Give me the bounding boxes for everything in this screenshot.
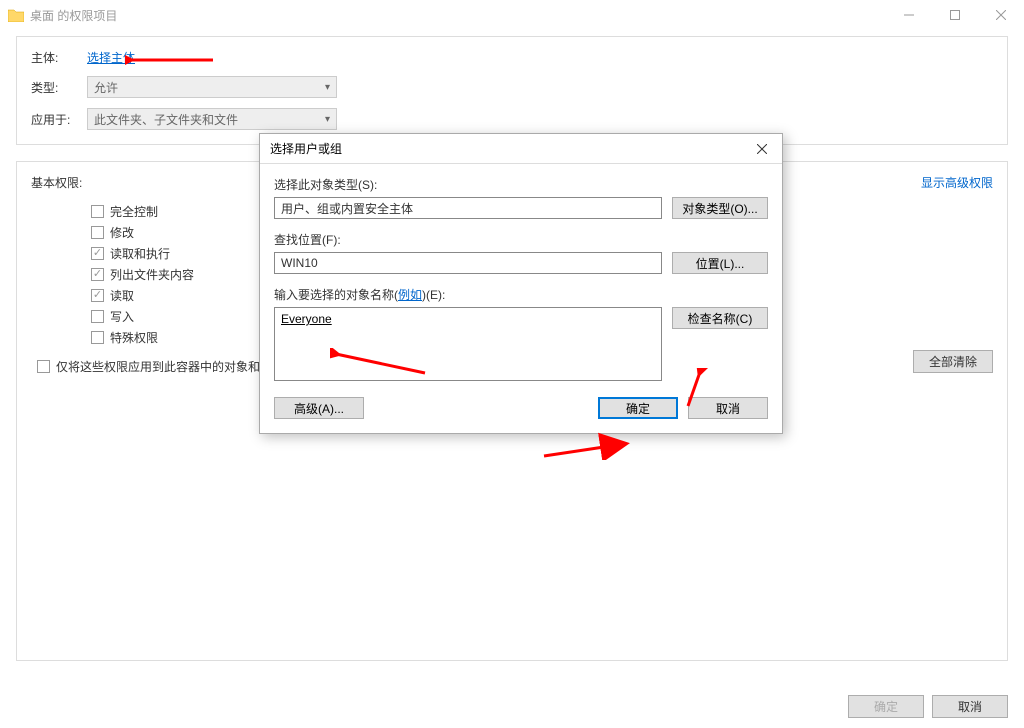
cancel-button[interactable]: 取消 bbox=[932, 695, 1008, 718]
clear-all-button[interactable]: 全部清除 bbox=[913, 350, 993, 373]
type-value: 允许 bbox=[94, 79, 118, 96]
folder-icon bbox=[8, 8, 24, 22]
object-types-button[interactable]: 对象类型(O)... bbox=[672, 197, 768, 219]
dialog-close-button[interactable] bbox=[742, 134, 782, 164]
checkbox-icon[interactable] bbox=[91, 289, 104, 302]
checkbox-icon[interactable] bbox=[91, 247, 104, 260]
chevron-down-icon: ▾ bbox=[325, 114, 330, 125]
checkbox-icon[interactable] bbox=[91, 268, 104, 281]
type-label: 类型: bbox=[31, 79, 87, 96]
dialog-title: 选择用户或组 bbox=[270, 140, 342, 157]
checkbox-icon[interactable] bbox=[91, 205, 104, 218]
window-controls bbox=[886, 0, 1024, 30]
dialog-titlebar: 选择用户或组 bbox=[260, 134, 782, 164]
window-titlebar: 桌面 的权限项目 bbox=[0, 0, 1024, 30]
object-type-label: 选择此对象类型(S): bbox=[274, 176, 768, 193]
dialog-cancel-button[interactable]: 取消 bbox=[688, 397, 768, 419]
location-field: WIN10 bbox=[274, 252, 662, 274]
type-select[interactable]: 允许 ▾ bbox=[87, 76, 337, 98]
applies-select[interactable]: 此文件夹、子文件夹和文件 ▾ bbox=[87, 108, 337, 130]
principal-panel: 主体: 选择主体 类型: 允许 ▾ 应用于: 此文件夹、子文件夹和文件 ▾ bbox=[16, 36, 1008, 145]
minimize-button[interactable] bbox=[886, 0, 932, 30]
applies-label: 应用于: bbox=[31, 111, 87, 128]
select-user-dialog: 选择用户或组 选择此对象类型(S): 用户、组或内置安全主体 对象类型(O)..… bbox=[259, 133, 783, 434]
show-advanced-permissions-link[interactable]: 显示高级权限 bbox=[921, 174, 993, 191]
maximize-button[interactable] bbox=[932, 0, 978, 30]
applies-value: 此文件夹、子文件夹和文件 bbox=[94, 111, 238, 128]
locations-button[interactable]: 位置(L)... bbox=[672, 252, 768, 274]
checkbox-icon[interactable] bbox=[91, 331, 104, 344]
checkbox-icon[interactable] bbox=[91, 310, 104, 323]
checkbox-icon[interactable] bbox=[91, 226, 104, 239]
example-link[interactable]: 例如 bbox=[398, 288, 422, 302]
chevron-down-icon: ▾ bbox=[325, 82, 330, 93]
checkbox-icon[interactable] bbox=[37, 360, 50, 373]
advanced-button[interactable]: 高级(A)... bbox=[274, 397, 364, 419]
object-type-field: 用户、组或内置安全主体 bbox=[274, 197, 662, 219]
ok-button[interactable]: 确定 bbox=[848, 695, 924, 718]
check-names-button[interactable]: 检查名称(C) bbox=[672, 307, 768, 329]
select-principal-link[interactable]: 选择主体 bbox=[87, 49, 135, 66]
dialog-ok-button[interactable]: 确定 bbox=[598, 397, 678, 419]
object-names-input[interactable]: Everyone bbox=[274, 307, 662, 381]
location-label: 查找位置(F): bbox=[274, 231, 768, 248]
window-title: 桌面 的权限项目 bbox=[30, 7, 117, 24]
principal-label: 主体: bbox=[31, 49, 87, 66]
object-names-label: 输入要选择的对象名称(例如)(E): bbox=[274, 286, 768, 303]
footer-buttons: 确定 取消 bbox=[848, 695, 1008, 718]
close-button[interactable] bbox=[978, 0, 1024, 30]
